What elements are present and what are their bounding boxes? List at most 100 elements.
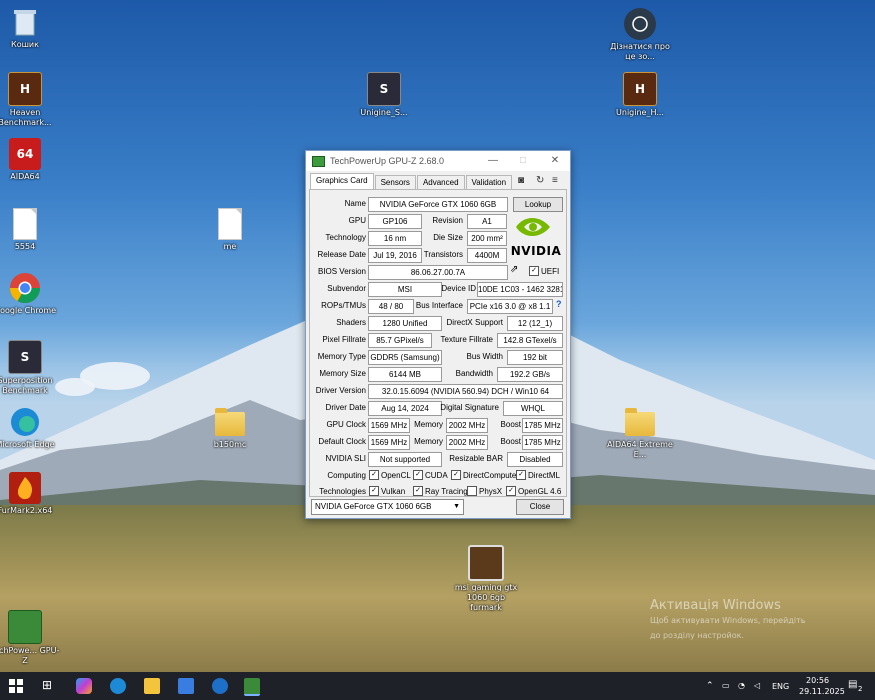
resizable-bar-label: Resizable BAR [449,454,503,463]
copilot-icon[interactable] [76,678,92,694]
opencl-checkbox[interactable]: ✓ OpenCL [369,470,411,480]
physx-checkbox[interactable]: PhysX [467,486,502,496]
refresh-icon[interactable]: ↻ [536,175,544,186]
start-button[interactable] [8,678,24,694]
memory-size-label: Memory Size [319,369,366,378]
maximize-button[interactable]: □ [516,154,530,168]
desktop-icon-label: Superposition Benchmark [0,376,53,395]
outlook-icon[interactable] [212,678,228,694]
cuda-checkbox[interactable]: ✓ CUDA [413,470,448,480]
desktop-icon-label: Microsoft Edge [0,440,55,449]
wifi-icon[interactable]: ◔ [738,681,745,690]
memory-type-label: Memory Type [317,352,366,361]
desktop-icon-msi-image[interactable]: msi gaming gtx 1060 6gb furmark [451,545,521,613]
network-icon[interactable]: ▭ [722,681,730,690]
store-icon[interactable] [178,678,194,694]
unigine-superposition-icon: S [367,72,401,106]
subvendor-value: MSI [368,282,442,297]
desktop-icon-label: 5554 [14,242,36,251]
desktop-icon-superposition[interactable]: S Superposition Benchmark [0,340,60,396]
gpuz-taskbar-icon[interactable] [244,678,260,696]
desktop-icon-furmark[interactable]: FurMark2.x64 [0,472,60,516]
activation-watermark: Активація Windows Щоб активувати Windows… [650,598,805,643]
opencl-label: OpenCL [381,470,411,480]
bandwidth-value: 192.2 GB/s [497,367,563,382]
desktop-icon-feedback[interactable]: Дізнатися про це зо... [605,8,675,62]
technologies-label: Technologies [319,487,366,496]
checkbox-box: ✓ [506,486,516,496]
bios-label: BIOS Version [317,267,366,276]
notification-icon[interactable]: ▤ [848,679,857,690]
card-select-dropdown[interactable]: NVIDIA GeForce GTX 1060 6GB ▼ [311,499,464,515]
vulkan-checkbox[interactable]: ✓ Vulkan [369,486,405,496]
shaders-label: Shaders [336,318,366,327]
opengl-label: OpenGL 4.6 [518,486,562,496]
directcompute-label: DirectCompute [463,470,517,480]
card-select-value: NVIDIA GeForce GTX 1060 6GB [315,502,432,511]
revision-label: Revision [432,216,463,225]
notification-count: 2 [858,685,863,693]
feedback-icon [624,8,656,40]
tab-graphics-card[interactable]: Graphics Card [310,173,374,190]
driver-version-label: Driver Version [315,386,366,395]
desktop-icon-unigine-s[interactable]: S Unigine_S... [349,72,419,118]
uefi-checkbox[interactable]: ✓ UEFI [529,266,559,276]
desktop-icon-edge[interactable]: Microsoft Edge [0,406,60,450]
title-bar[interactable]: TechPowerUp GPU-Z 2.68.0 — □ ✕ [306,151,570,171]
clock-date[interactable]: 29.11.2025 [799,687,845,696]
volume-icon[interactable]: ◁ [754,681,760,690]
tab-advanced[interactable]: Advanced [416,175,465,190]
minimize-button[interactable]: — [486,154,500,168]
desktop-icon-unigine-h[interactable]: H Unigine_H... [605,72,675,118]
pixel-fillrate-value: 85.7 GPixel/s [368,333,432,348]
chrome-icon [9,272,41,304]
edge-icon [9,406,41,438]
desktop-icon-b150mc[interactable]: b150mc [195,408,265,450]
clock-time[interactable]: 20:56 [806,676,829,685]
task-view-icon[interactable]: ⊞ [42,678,58,694]
edge-taskbar-icon[interactable] [110,678,126,694]
tab-validation[interactable]: Validation [465,175,513,190]
technology-value: 16 nm [368,231,422,246]
opengl-checkbox[interactable]: ✓ OpenGL 4.6 [506,486,561,496]
gpu-value: GP106 [368,214,422,229]
texture-fillrate-label: Texture Fillrate [440,335,493,344]
gpuz-icon [8,610,42,644]
language-indicator[interactable]: ENG [772,682,789,691]
checkbox-box: ✓ [413,486,423,496]
desktop-icon-5554[interactable]: 5554 [0,208,60,252]
close-button[interactable]: Close [516,499,564,515]
directcompute-checkbox[interactable]: ✓ DirectCompute [451,470,516,480]
default-memory-label: Memory [414,437,443,446]
menu-icon[interactable]: ≡ [552,175,558,186]
desktop-icon-me[interactable]: me [195,208,265,252]
desktop-icon-label: Дізнатися про це зо... [610,42,670,61]
aida64-icon: 64 [9,138,41,170]
file-explorer-icon[interactable] [144,678,160,694]
desktop-icon-heaven[interactable]: H Heaven Benchmark... [0,72,60,128]
uefi-label: UEFI [541,266,560,276]
desktop-icon-chrome[interactable]: Google Chrome [0,272,60,316]
tab-sensors[interactable]: Sensors [374,175,416,190]
directml-checkbox[interactable]: ✓ DirectML [516,470,560,480]
help-icon[interactable]: ? [556,299,562,309]
chevron-up-icon[interactable]: ⌃ [706,681,714,691]
desktop-icon-recycle-bin[interactable]: Кошик [0,6,60,50]
heaven-benchmark-icon: H [8,72,42,106]
desktop-icon-gpuz[interactable]: TechPowe... GPU-Z [0,610,60,666]
desktop-icon-aida-extreme[interactable]: AIDA64 Extreme E... [605,408,675,460]
sli-value: Not supported [368,452,442,467]
gpuz-window[interactable]: TechPowerUp GPU-Z 2.68.0 — □ ✕ Graphics … [305,150,571,519]
share-icon[interactable]: ⇗ [510,264,518,275]
camera-icon[interactable]: ◙ [518,175,524,186]
window-title: TechPowerUp GPU-Z 2.68.0 [330,156,445,166]
close-window-button[interactable]: ✕ [548,154,562,168]
release-date-value: Jul 19, 2016 [368,248,422,263]
checkbox-box: ✓ [369,486,379,496]
cloud [55,378,95,396]
lookup-button[interactable]: Lookup [513,197,563,212]
raytracing-checkbox[interactable]: ✓ Ray Tracing [413,486,468,496]
resizable-bar-value: Disabled [507,452,563,467]
desktop-icon-aida64[interactable]: 64 AIDA64 [0,138,60,182]
bus-width-label: Bus Width [466,352,503,361]
